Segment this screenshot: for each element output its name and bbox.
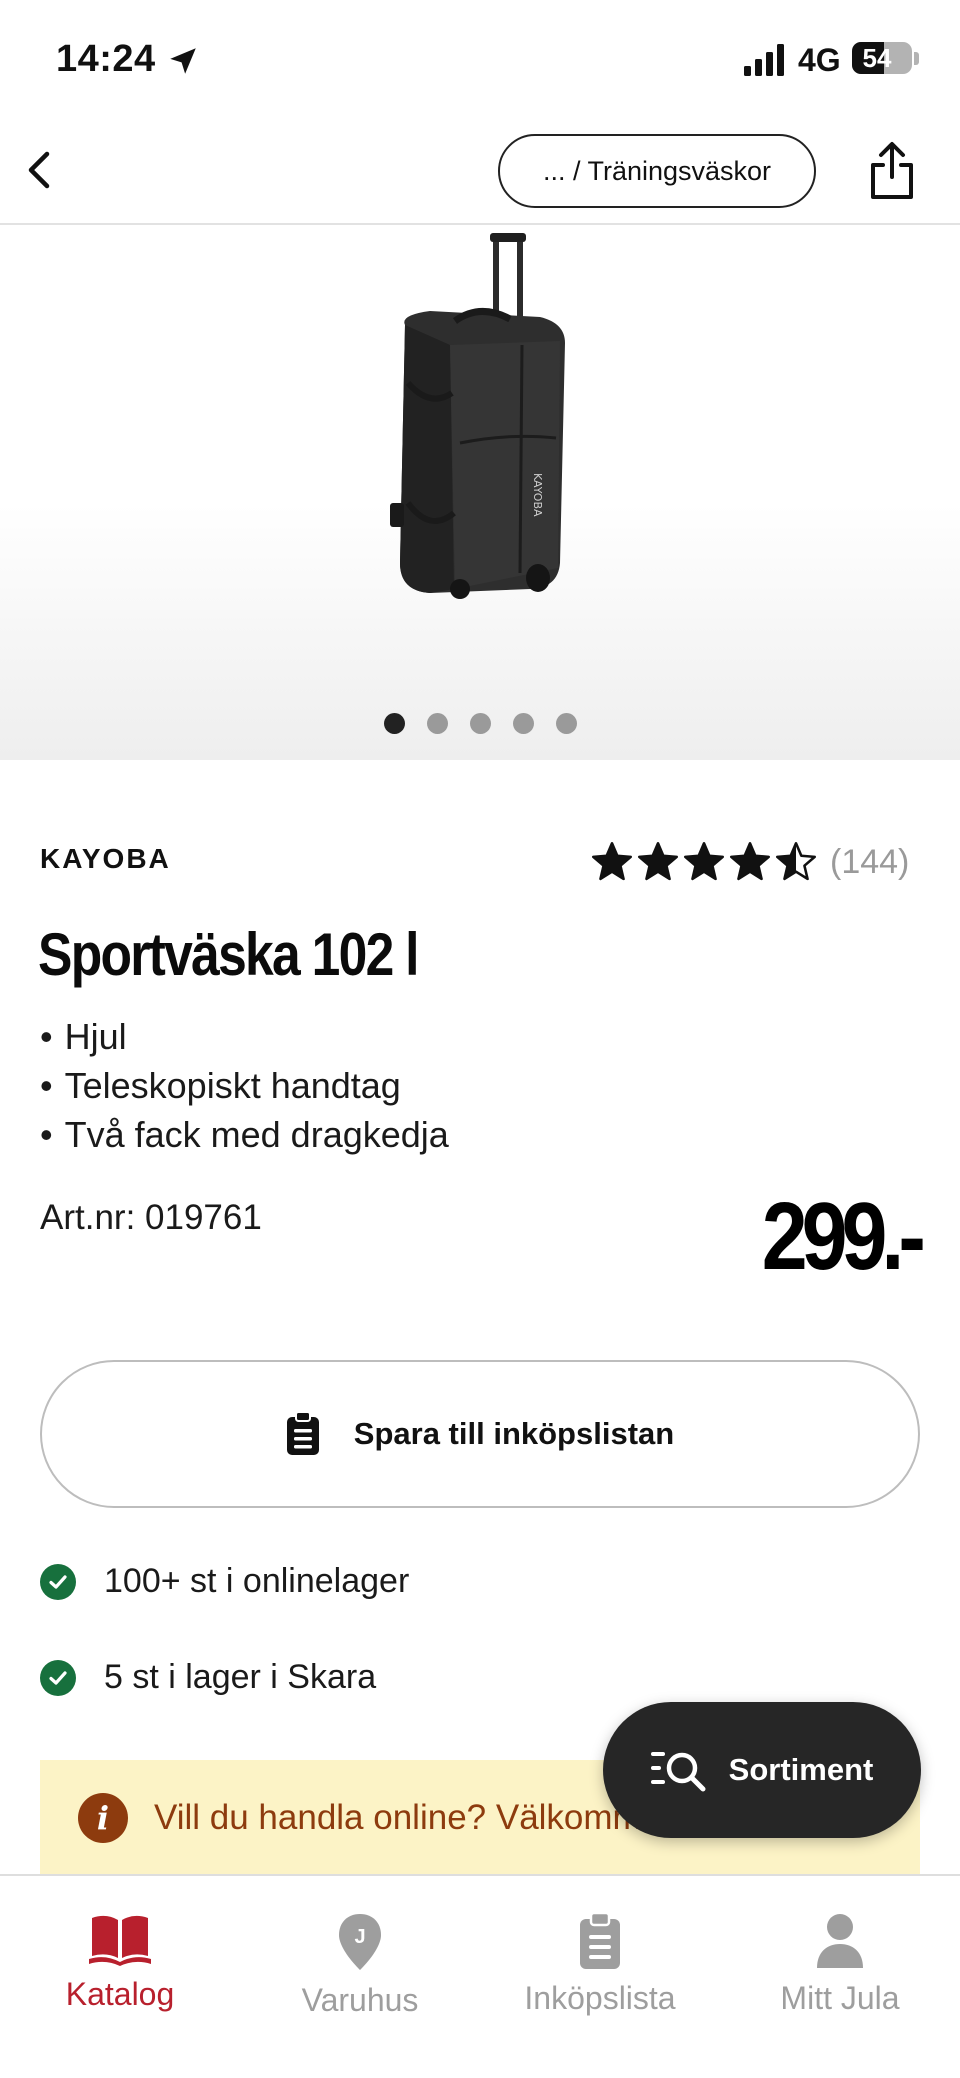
network-type: 4G [798, 42, 841, 78]
product-rating[interactable]: (144) [590, 840, 909, 884]
share-button[interactable] [862, 138, 922, 204]
product-page: 14:24 4G 54 ... / Träningsväskor KAYOBA … [0, 0, 960, 2078]
check-circle-icon [40, 1563, 76, 1600]
brand-name[interactable]: KAYOBA [40, 843, 171, 875]
stock-online: 100+ st i onlinelager [40, 1562, 409, 1601]
tab-label: Katalog [65, 1976, 175, 2012]
tab-inkopslista[interactable]: Inköpslista [480, 1876, 720, 2016]
article-number-label: Art.nr: [40, 1198, 136, 1237]
article-number-value: 019761 [145, 1198, 262, 1237]
carousel-dot[interactable] [555, 713, 577, 734]
stock-store[interactable]: 5 st i lager i Skara [40, 1658, 376, 1697]
book-icon [89, 1912, 151, 1966]
navigation-bar: ... / Träningsväskor [0, 120, 960, 225]
cellular-signal-icon [744, 44, 784, 76]
tab-katalog[interactable]: Katalog [0, 1876, 240, 2012]
feature-item: Två fack med dragkedja [40, 1110, 449, 1159]
breadcrumb[interactable]: ... / Träningsväskor [498, 134, 816, 208]
tab-label: Inköpslista [524, 1980, 676, 2016]
article-number: Art.nr: 019761 [40, 1198, 262, 1238]
sortiment-label: Sortiment [728, 1752, 874, 1787]
svg-text:J: J [354, 1926, 365, 1948]
store-pin-icon: J [329, 1912, 391, 1972]
carousel-dot[interactable] [426, 713, 448, 734]
star-icon [730, 842, 770, 881]
feature-item: Hjul [40, 1012, 449, 1061]
tab-label: Varuhus [301, 1982, 419, 2018]
back-button[interactable] [12, 142, 68, 198]
product-price: 299.- [761, 1183, 926, 1290]
share-icon [871, 142, 913, 199]
sortiment-button[interactable]: Sortiment [603, 1702, 921, 1838]
tab-label: Mitt Jula [780, 1980, 900, 2016]
star-icon [592, 842, 632, 881]
location-arrow-icon [170, 48, 196, 74]
feature-item: Teleskopiskt handtag [40, 1061, 449, 1110]
status-bar: 14:24 4G 54 [0, 0, 960, 120]
product-title: Sportväska 102 l [38, 921, 420, 988]
feature-list: Hjul Teleskopiskt handtag Två fack med d… [40, 1012, 449, 1159]
filter-search-icon [650, 1752, 706, 1792]
save-to-list-button[interactable]: Spara till inköpslistan [40, 1360, 920, 1508]
product-image-carousel[interactable]: KAYOBA [0, 227, 960, 760]
rating-count: (144) [830, 842, 910, 881]
stock-store-text: 5 st i lager i Skara [104, 1658, 377, 1696]
battery-level-text: 54 [862, 43, 892, 73]
info-icon: i [78, 1793, 128, 1843]
product-image: KAYOBA [390, 233, 565, 599]
carousel-pagination [0, 713, 960, 737]
stock-online-text: 100+ st i onlinelager [104, 1562, 410, 1600]
carousel-dot[interactable] [512, 713, 534, 734]
person-icon [809, 1912, 871, 1970]
star-icon [684, 842, 724, 881]
chevron-left-icon [28, 151, 50, 189]
tab-mitt-jula[interactable]: Mitt Jula [720, 1876, 960, 2016]
rating-stars [590, 840, 818, 884]
clipboard-icon [569, 1912, 631, 1970]
status-time: 14:24 [56, 38, 156, 80]
clipboard-icon [286, 1412, 319, 1455]
star-icon [776, 842, 816, 881]
battery-cap [914, 52, 919, 65]
save-to-list-label: Spara till inköpslistan [353, 1416, 675, 1451]
star-icon [638, 842, 678, 881]
svg-text:KAYOBA: KAYOBA [531, 473, 544, 517]
tab-varuhus[interactable]: J Varuhus [240, 1876, 480, 2018]
carousel-dot[interactable] [383, 713, 405, 734]
battery-icon: 54 [852, 42, 912, 74]
info-banner-text: Vill du handla online? Välkommen [154, 1798, 681, 1837]
check-circle-icon [40, 1659, 76, 1696]
carousel-dot[interactable] [469, 713, 491, 734]
bottom-tab-bar: Katalog J Varuhus Inköpslista Mitt Jula [0, 1874, 960, 2078]
